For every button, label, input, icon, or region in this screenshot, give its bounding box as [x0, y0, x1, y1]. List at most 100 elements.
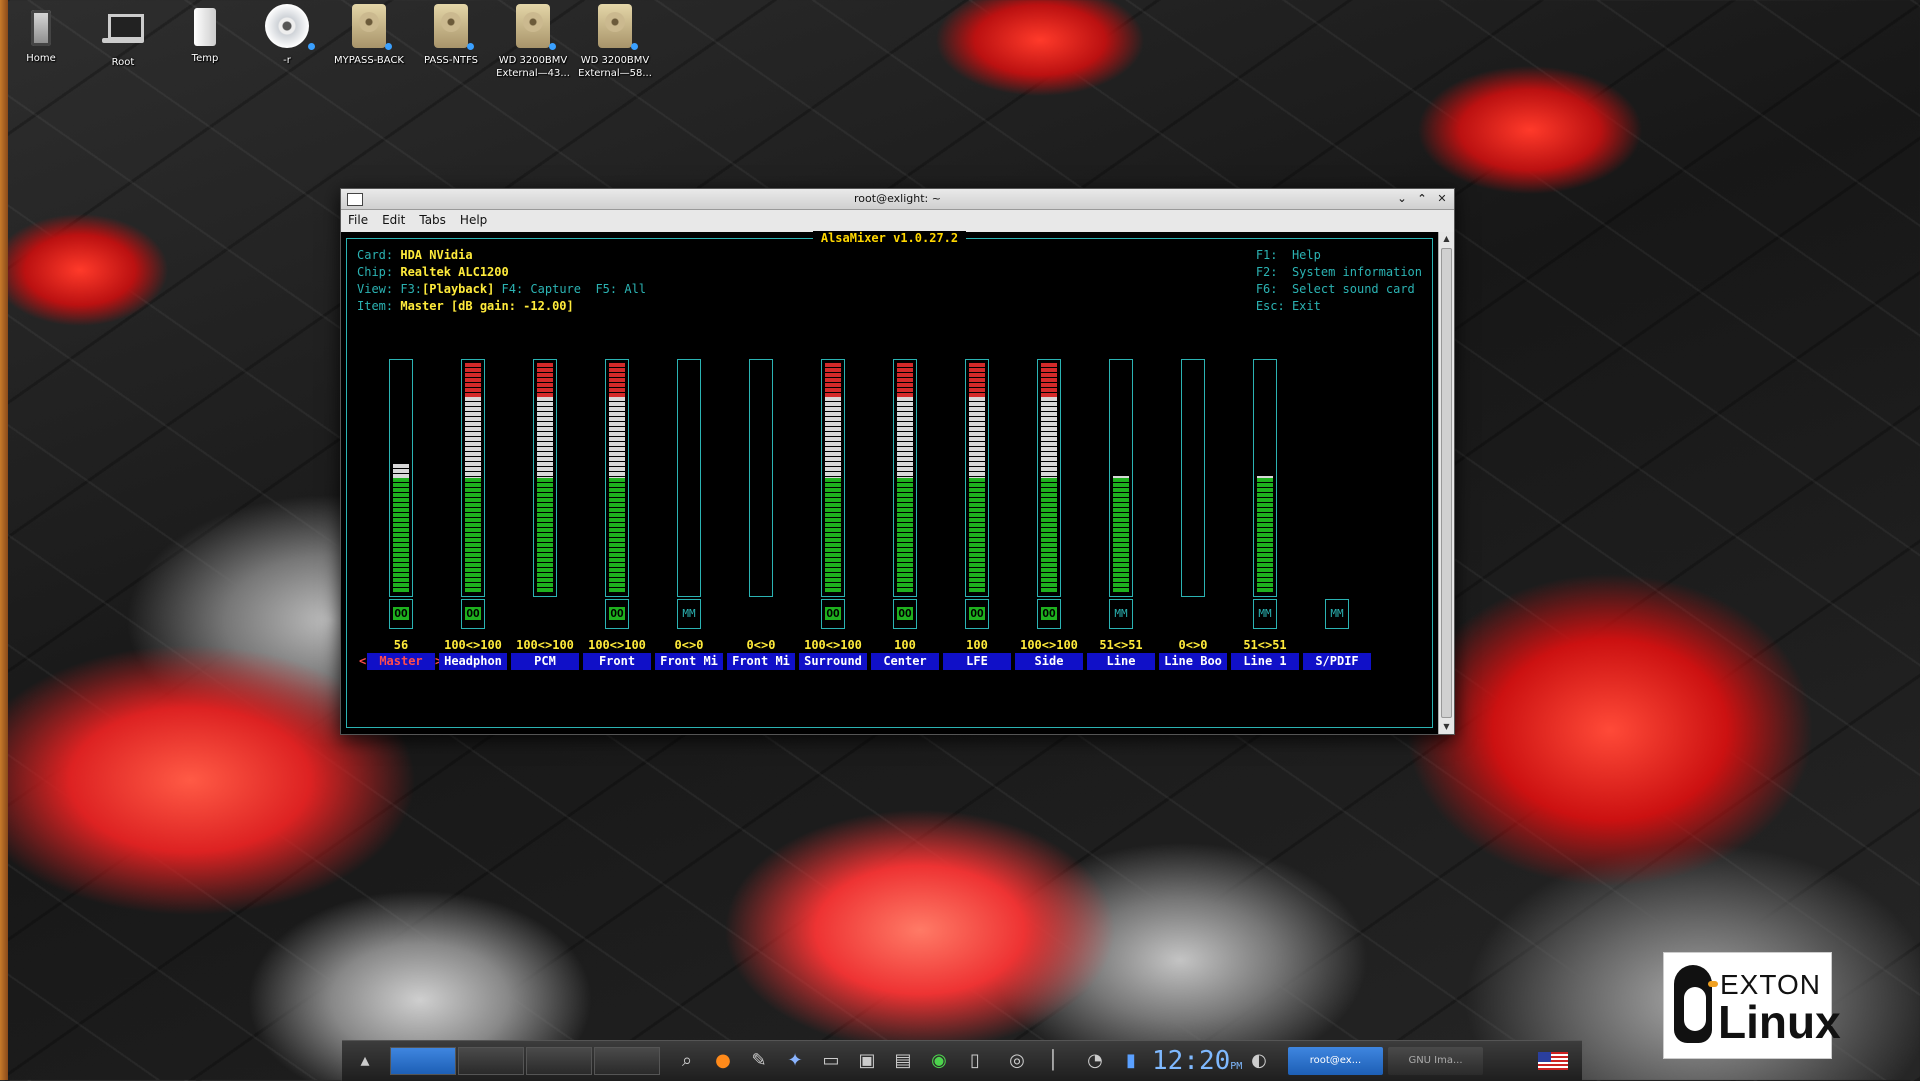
volume-bar[interactable] [605, 359, 629, 597]
us-flag-icon[interactable] [1538, 1052, 1568, 1070]
battery-icon[interactable]: ▯ [960, 1047, 990, 1075]
close-button[interactable]: ✕ [1434, 191, 1450, 207]
channel-name[interactable]: Line Boo [1159, 653, 1227, 670]
volume-bar[interactable] [1109, 359, 1133, 597]
window-titlebar[interactable]: root@exlight: ~ ⌄ ⌃ ✕ [341, 189, 1454, 210]
volume-bar[interactable] [389, 359, 413, 597]
desktop-pager-4[interactable] [594, 1047, 660, 1075]
muted-indicator[interactable]: MM [1325, 599, 1349, 629]
channel-name[interactable]: Side [1015, 653, 1083, 670]
scroll-down-arrow[interactable]: ▼ [1439, 720, 1454, 734]
view-playback: [Playback] [422, 282, 495, 296]
desktop-icon[interactable]: PASS-NTFS [410, 4, 492, 67]
channel-name[interactable]: PCM [511, 653, 579, 670]
desktop-icon[interactable]: Root [82, 4, 164, 69]
monitor-icon[interactable]: ▭ [816, 1047, 846, 1075]
muted-indicator[interactable]: MM [677, 599, 701, 629]
channel-name[interactable]: Center [871, 653, 939, 670]
desktop-icon[interactable]: -r [246, 4, 328, 67]
desktop-icon[interactable]: MYPASS-BACK [328, 4, 410, 67]
desktop-icon[interactable]: WD 3200BMV External—43... [492, 4, 574, 80]
menu-edit[interactable]: Edit [375, 210, 412, 227]
bulb-icon[interactable]: ◎ [1002, 1047, 1032, 1075]
scanner-icon[interactable]: ⌕ [672, 1047, 702, 1075]
hard-drive-icon [434, 4, 474, 50]
channel-name[interactable]: Line [1087, 653, 1155, 670]
unmuted-indicator[interactable]: OO [821, 599, 845, 629]
terminal-area[interactable]: AlsaMixer v1.0.27.2 Card: HDA NVidia Chi… [341, 231, 1438, 734]
desktop-icon[interactable]: Temp [164, 4, 246, 65]
muted-indicator[interactable]: MM [1253, 599, 1277, 629]
menu-help[interactable]: Help [453, 210, 494, 227]
task-gimp[interactable]: GNU Ima... [1388, 1047, 1483, 1075]
volume-bar[interactable] [533, 359, 557, 597]
desktop-pager-1[interactable] [390, 1047, 456, 1075]
desktop-icon[interactable]: WD 3200BMV External—58... [574, 4, 656, 80]
volume-bar[interactable] [821, 359, 845, 597]
channel-name[interactable]: LFE [943, 653, 1011, 670]
item-key: Item: [357, 299, 394, 313]
desktop-pager-3[interactable] [526, 1047, 592, 1075]
volume-bar[interactable] [677, 359, 701, 597]
mute-state: OO [393, 607, 409, 620]
volume-bar[interactable] [893, 359, 917, 597]
help-esc: Esc: Exit [1255, 299, 1321, 313]
clipboard-icon[interactable]: ▮ [1116, 1047, 1146, 1075]
terminal-window[interactable]: root@exlight: ~ ⌄ ⌃ ✕ File Edit Tabs Help A… [340, 188, 1455, 735]
menu-tabs[interactable]: Tabs [412, 210, 453, 227]
channel-name[interactable]: Front Mi [655, 653, 723, 670]
volume-bar[interactable] [965, 359, 989, 597]
card-value: HDA NVidia [400, 248, 473, 262]
scroll-thumb[interactable] [1441, 248, 1452, 718]
channel-name[interactable]: Surround [799, 653, 867, 670]
muted-indicator[interactable]: MM [1109, 599, 1133, 629]
channel-name[interactable]: Front [583, 653, 651, 670]
speedometer-icon[interactable]: ◔ [1080, 1047, 1110, 1075]
terminal-scrollbar[interactable]: ▲ ▼ [1438, 232, 1454, 734]
unmuted-indicator[interactable]: OO [893, 599, 917, 629]
maximize-button[interactable]: ⌃ [1414, 191, 1430, 207]
channel-name[interactable]: Line 1 [1231, 653, 1299, 670]
package-manager-icon[interactable]: ▣ [852, 1047, 882, 1075]
penguin-beak [1708, 981, 1718, 987]
volume-bar[interactable] [1181, 359, 1205, 597]
unmuted-indicator[interactable]: OO [605, 599, 629, 629]
minimize-button[interactable]: ⌄ [1394, 191, 1410, 207]
exton-linux-logo: EXTON Linux [1663, 952, 1841, 1059]
firefox-icon[interactable]: ● [708, 1047, 738, 1075]
volume-bar[interactable] [1253, 359, 1277, 597]
unmuted-indicator[interactable]: OO [1037, 599, 1061, 629]
show-panel-arrow-icon[interactable]: ▴ [350, 1047, 380, 1075]
desktop-icon-label: PASS-NTFS [423, 55, 479, 66]
card-info: Card: HDA NVidia Chip: Realtek ALC1200 V… [357, 247, 646, 315]
drive-icon[interactable]: ▤ [888, 1047, 918, 1075]
unmuted-indicator[interactable]: OO [965, 599, 989, 629]
menu-file[interactable]: File [341, 210, 375, 227]
volume-bar[interactable] [461, 359, 485, 597]
volume-knob-icon[interactable]: ◐ [1244, 1047, 1274, 1075]
network-icon[interactable]: ◉ [924, 1047, 954, 1075]
scroll-up-arrow[interactable]: ▲ [1439, 232, 1454, 246]
unmuted-indicator[interactable]: OO [389, 599, 413, 629]
usb-drive-icon [194, 8, 216, 46]
desktop-pager-2[interactable] [458, 1047, 524, 1075]
channel-name[interactable]: Front Mi [727, 653, 795, 670]
hard-drive-icon [598, 4, 638, 50]
window-title: root@exlight: ~ [854, 192, 941, 205]
desktop-icon-label: WD 3200BMV External—58... [578, 55, 652, 79]
volume-bar[interactable] [749, 359, 773, 597]
desktop-icon-label: -r [283, 55, 291, 66]
alsamixer-title: AlsaMixer v1.0.27.2 [812, 231, 967, 245]
inkscape-icon[interactable]: ✦ [780, 1047, 810, 1075]
desktop-icon[interactable]: Home [0, 4, 82, 65]
help-keys: F1: Help F2: System information F6: Select… [1256, 247, 1422, 315]
gimp-icon[interactable]: ✎ [744, 1047, 774, 1075]
channel-name[interactable]: Headphon [439, 653, 507, 670]
unmuted-indicator[interactable]: OO [461, 599, 485, 629]
volume-bar[interactable] [1037, 359, 1061, 597]
task-terminal[interactable]: root@ex... [1288, 1047, 1383, 1075]
channel-name[interactable]: S/PDIF [1303, 653, 1371, 670]
channel-name[interactable]: Master [367, 653, 435, 670]
item-value: Master [dB gain: -12.00] [400, 299, 574, 313]
clock[interactable]: 12:20PM [1152, 1047, 1242, 1075]
